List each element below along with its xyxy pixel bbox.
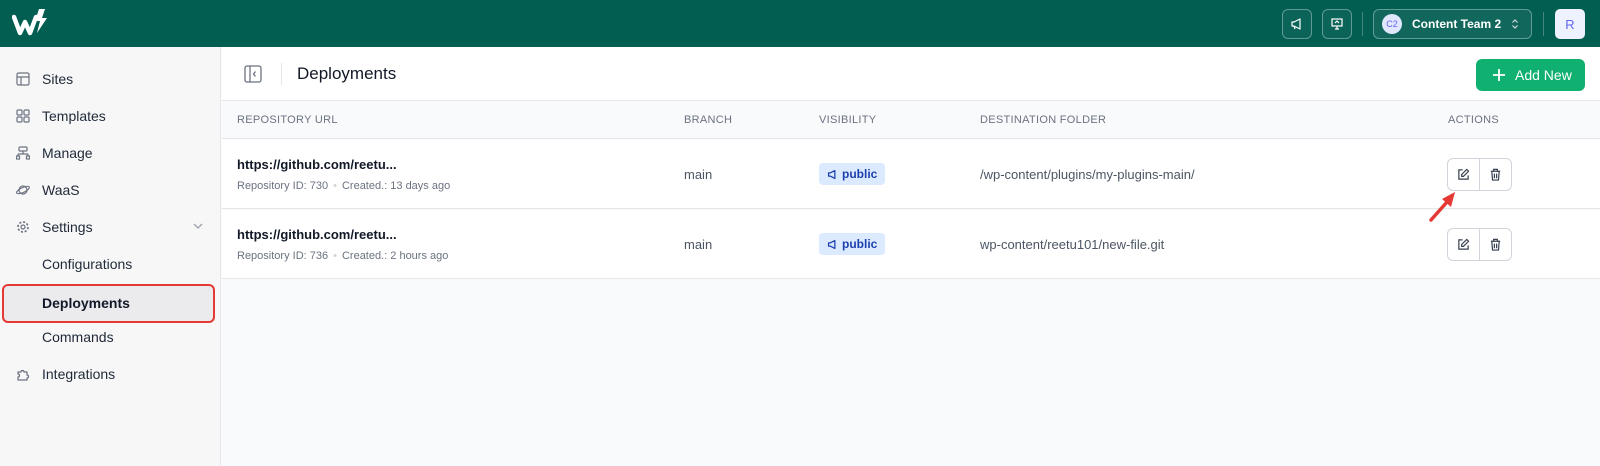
gear-icon — [17, 221, 29, 233]
visibility-badge: public — [819, 163, 886, 185]
separator-dot: • — [333, 180, 337, 192]
sidebar-item-label: Sites — [42, 71, 74, 87]
row-actions — [1447, 158, 1512, 191]
trash-icon — [1491, 238, 1501, 251]
w-logo-icon[interactable] — [12, 7, 52, 39]
repository-url[interactable]: https://github.com/reetu... — [237, 157, 397, 172]
sidebar-item-label: Manage — [42, 145, 93, 161]
add-new-button[interactable]: Add New — [1476, 59, 1585, 91]
repository-id: Repository ID: 736 — [237, 250, 329, 262]
page-title: Deployments — [297, 64, 397, 83]
edit-button[interactable] — [1448, 229, 1479, 260]
add-new-label: Add New — [1515, 67, 1572, 83]
branch-value: main — [684, 167, 713, 182]
grid-icon — [16, 109, 30, 123]
row-actions — [1447, 228, 1512, 261]
repository-meta: Repository ID: 730 • Created.: 13 days ago — [237, 180, 450, 192]
table-header: REPOSITORY URL BRANCH VISIBILITY DESTINA… — [222, 102, 1600, 139]
chevron-down-icon — [193, 223, 203, 229]
megaphone-icon — [1291, 18, 1301, 30]
created-time: Created.: 2 hours ago — [341, 250, 449, 262]
sidebar-item-sites[interactable]: Sites — [0, 61, 221, 97]
sidebar-item-settings[interactable]: Settings — [0, 209, 221, 245]
header-divider — [281, 63, 282, 85]
repository-meta: Repository ID: 736 • Created.: 2 hours ago — [237, 250, 448, 262]
table-row: https://github.com/reetu... Repository I… — [222, 140, 1600, 209]
annotation-arrow-icon — [1429, 192, 1455, 222]
repository-url[interactable]: https://github.com/reetu... — [237, 227, 397, 242]
team-name: Content Team 2 — [1412, 17, 1502, 31]
sidebar-item-manage[interactable]: Manage — [0, 135, 221, 171]
sidebar-item-label: WaaS — [42, 182, 80, 198]
destination-folder: /wp-content/plugins/my-plugins-main/ — [980, 167, 1195, 182]
team-switcher[interactable]: C2 Content Team 2 — [1373, 9, 1532, 39]
page-header: Deployments Add New — [222, 47, 1600, 101]
presentation-icon — [1331, 18, 1343, 30]
column-header: DESTINATION FOLDER — [980, 114, 1107, 126]
planet-icon — [16, 185, 30, 195]
edit-icon — [1458, 168, 1470, 180]
topbar-divider — [1543, 12, 1544, 36]
sidebar-subitem-label: Deployments — [42, 295, 130, 311]
sidebar-item-label: Integrations — [42, 366, 116, 382]
user-avatar[interactable]: R — [1555, 9, 1585, 39]
presentation-button[interactable] — [1322, 9, 1352, 39]
visibility-label: public — [842, 167, 878, 181]
sidebar-item-templates[interactable]: Templates — [0, 98, 221, 134]
repository-id: Repository ID: 730 — [237, 180, 329, 192]
created-time: Created.: 13 days ago — [341, 180, 451, 192]
chevrons-up-down-icon — [1512, 19, 1518, 29]
puzzle-icon — [17, 369, 30, 381]
trash-icon — [1491, 168, 1501, 181]
sidebar-subitem-configurations[interactable]: Configurations — [0, 246, 221, 282]
network-icon — [16, 146, 30, 160]
plus-icon — [1493, 69, 1505, 81]
main-content: Deployments Add New REPOSITORY URL BRANC… — [222, 47, 1600, 466]
megaphone-icon — [827, 169, 836, 179]
branch-value: main — [684, 237, 713, 252]
sidebar-item-label: Settings — [42, 219, 93, 235]
sidebar-toggle-icon[interactable] — [244, 65, 262, 83]
sidebar-subitem-label: Commands — [42, 329, 114, 345]
announcements-button[interactable] — [1282, 9, 1312, 39]
column-header: REPOSITORY URL — [237, 114, 338, 126]
delete-button[interactable] — [1479, 229, 1511, 260]
topbar-divider — [1362, 12, 1363, 36]
layout-icon — [16, 72, 30, 86]
visibility-badge: public — [819, 233, 886, 255]
sidebar-item-integrations[interactable]: Integrations — [0, 356, 221, 392]
separator-dot: • — [333, 250, 337, 262]
column-header: VISIBILITY — [819, 114, 877, 126]
delete-button[interactable] — [1479, 159, 1511, 190]
destination-folder: wp-content/reetu101/new-file.git — [980, 237, 1165, 252]
top-bar: C2 Content Team 2 R — [0, 0, 1600, 47]
sidebar: Sites Templates Manage WaaS Settings Con… — [0, 47, 221, 466]
team-avatar: C2 — [1382, 14, 1402, 34]
column-header: BRANCH — [684, 114, 733, 126]
table-row: https://github.com/reetu... Repository I… — [222, 210, 1600, 279]
sidebar-item-label: Templates — [42, 108, 106, 124]
edit-button[interactable] — [1448, 159, 1479, 190]
megaphone-icon — [827, 239, 836, 249]
sidebar-subitem-label: Configurations — [42, 256, 133, 272]
edit-icon — [1458, 238, 1470, 250]
sidebar-subitem-deployments[interactable]: Deployments — [0, 285, 221, 321]
sidebar-item-waas[interactable]: WaaS — [0, 172, 221, 208]
visibility-label: public — [842, 237, 878, 251]
column-header: ACTIONS — [1448, 114, 1499, 126]
sidebar-subitem-commands[interactable]: Commands — [0, 319, 221, 355]
